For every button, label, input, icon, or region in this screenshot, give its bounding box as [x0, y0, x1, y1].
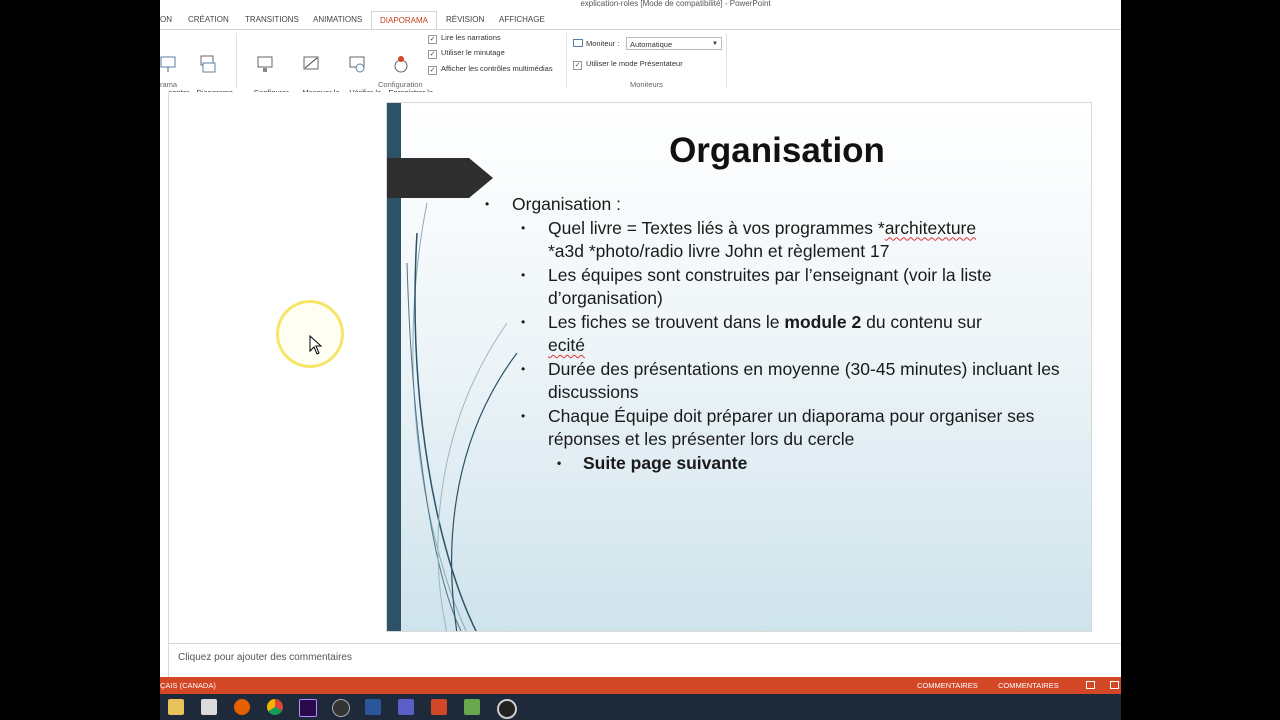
store-icon[interactable] — [201, 699, 217, 715]
monitor-icon-label: Moniteur : — [573, 39, 619, 48]
bullet: • — [521, 361, 526, 376]
custom-slideshow-icon — [200, 55, 216, 73]
setup-group-label: Configuration — [378, 80, 423, 89]
list-item: • Les fiches se trouvent dans le module 2… — [485, 311, 1085, 358]
monitors-group-label: Moniteurs — [630, 80, 663, 89]
bullet: • — [521, 220, 526, 235]
record-icon — [394, 56, 408, 73]
tab-diaporama[interactable]: DIAPORAMA — [371, 11, 438, 30]
bullet-text: du contenu sur — [861, 311, 982, 332]
cursor-highlight — [276, 300, 344, 368]
status-bar: ÇAIS (CANADA) COMMENTAIRES COMMENTAIRES — [160, 677, 1121, 694]
teams-icon[interactable] — [398, 699, 414, 715]
group-separator — [236, 33, 237, 88]
setup-slideshow-icon — [257, 56, 273, 72]
slide-sorter-icon[interactable] — [1110, 681, 1119, 689]
list-item: • Durée des présentations en moyenne (30-… — [485, 358, 1085, 405]
obs-icon[interactable] — [497, 699, 517, 719]
chevron-down-icon: ▼ — [712, 41, 718, 47]
tab-insertion[interactable]: ON — [160, 11, 172, 29]
slide-body[interactable]: • Organisation : • Quel livre = Textes lié… — [485, 193, 1085, 475]
hide-slide-icon — [303, 56, 319, 70]
thumbnail-pane[interactable] — [160, 92, 169, 677]
file-explorer-icon[interactable] — [168, 699, 184, 715]
checkmark-icon: ✓ — [428, 50, 437, 59]
tab-revision[interactable]: RÉVISION — [446, 11, 484, 29]
projector-icon — [160, 56, 176, 72]
monitor-select[interactable]: Automatique ▼ — [626, 37, 722, 50]
bullet-text: Les équipes sont construites par l’ensei… — [548, 264, 992, 309]
spellcheck-word: ecité — [548, 335, 585, 355]
image-viewer-icon[interactable] — [464, 699, 480, 715]
slide-title[interactable]: Organisation — [567, 131, 987, 171]
list-item: • Quel livre = Textes liés à vos programm… — [485, 217, 1085, 264]
narrations-label: Lire les narrations — [441, 33, 501, 42]
arrow-shape — [387, 158, 493, 198]
bullet-text: Durée des présentations en moyenne (30-4… — [548, 358, 1060, 403]
language-indicator[interactable]: ÇAIS (CANADA) — [160, 681, 216, 690]
bullet: • — [521, 267, 526, 282]
group-separator — [566, 33, 567, 88]
list-item: • Suite page suivante — [485, 452, 1085, 476]
bullet: • — [485, 197, 490, 211]
monitor-icon — [573, 39, 583, 47]
bullet-text: Les fiches se trouvent dans le — [548, 311, 785, 332]
start-group-label: rama — [160, 80, 178, 89]
taskbar — [160, 694, 1121, 720]
media-controls-label: Afficher les contrôles multimédias — [441, 64, 553, 73]
chrome-icon[interactable] — [267, 699, 283, 715]
spellcheck-word: architexture — [884, 217, 977, 238]
group-separator — [726, 33, 727, 88]
stopwatch-icon — [349, 56, 365, 73]
narrations-checkbox[interactable]: ✓ Lire les narrations — [428, 32, 501, 44]
bullet-text: Quel livre = Textes liés à vos programme… — [548, 217, 885, 238]
bold-text: module 2 — [784, 311, 862, 332]
firefox-icon[interactable] — [234, 699, 250, 715]
ribbon-tabs: ON CRÉATION TRANSITIONS ANIMATIONS DIAPO… — [160, 11, 1121, 30]
mouse-cursor-icon — [309, 335, 323, 355]
list-item: • Organisation : — [485, 193, 1085, 217]
timings-checkbox[interactable]: ✓ Utiliser le minutage — [428, 47, 505, 59]
normal-view-icon[interactable] — [1086, 681, 1095, 689]
tab-transitions[interactable]: TRANSITIONS — [245, 11, 299, 29]
bullet: • — [521, 408, 526, 423]
monitor-value: Automatique — [630, 40, 673, 49]
tab-animations[interactable]: ANIMATIONS — [313, 11, 362, 29]
bullet: • — [557, 455, 562, 470]
tab-affichage[interactable]: AFFICHAGE — [499, 11, 545, 29]
presenter-view-label: Utiliser le mode Présentateur — [586, 59, 683, 68]
bullet-text: Chaque Équipe doit préparer un diaporama… — [548, 405, 1035, 450]
presenter-view-checkbox[interactable]: ✓ Utiliser le mode Présentateur — [573, 58, 683, 70]
powerpoint-icon[interactable] — [431, 699, 447, 715]
notes-placeholder: Cliquez pour ajouter des commentaires — [178, 652, 352, 663]
bullet-text: Organisation : — [512, 194, 621, 214]
slide-canvas[interactable]: Organisation • Organisation : • Quel livre… — [386, 102, 1092, 632]
monitor-label: Moniteur : — [586, 39, 620, 48]
premiere-icon[interactable] — [299, 699, 317, 717]
tab-creation[interactable]: CRÉATION — [188, 11, 229, 29]
bullet-text: Suite page suivante — [583, 452, 748, 473]
ribbon: senter gne Diaporama personnalisé Config… — [160, 29, 1121, 108]
bullet: • — [521, 314, 526, 329]
word-icon[interactable] — [365, 699, 381, 715]
checkmark-icon: ✓ — [573, 61, 582, 70]
notes-pane[interactable]: Cliquez pour ajouter des commentaires — [169, 643, 1121, 678]
timings-label: Utiliser le minutage — [441, 48, 505, 57]
checkmark-icon: ✓ — [428, 35, 437, 44]
list-item: • Les équipes sont construites par l’ense… — [485, 264, 1085, 311]
window-title: explication-roles [Mode de compatibilité… — [580, 0, 771, 8]
notes-toggle[interactable]: COMMENTAIRES — [917, 681, 978, 690]
list-item: • Chaque Équipe doit préparer un diaporam… — [485, 405, 1085, 452]
app-icon[interactable] — [332, 699, 350, 717]
bullet-text: *a3d *photo/radio livre John et règlemen… — [548, 241, 890, 261]
media-controls-checkbox[interactable]: ✓ Afficher les contrôles multimédias — [428, 63, 553, 75]
comments-toggle[interactable]: COMMENTAIRES — [998, 681, 1059, 690]
checkmark-icon: ✓ — [428, 66, 437, 75]
